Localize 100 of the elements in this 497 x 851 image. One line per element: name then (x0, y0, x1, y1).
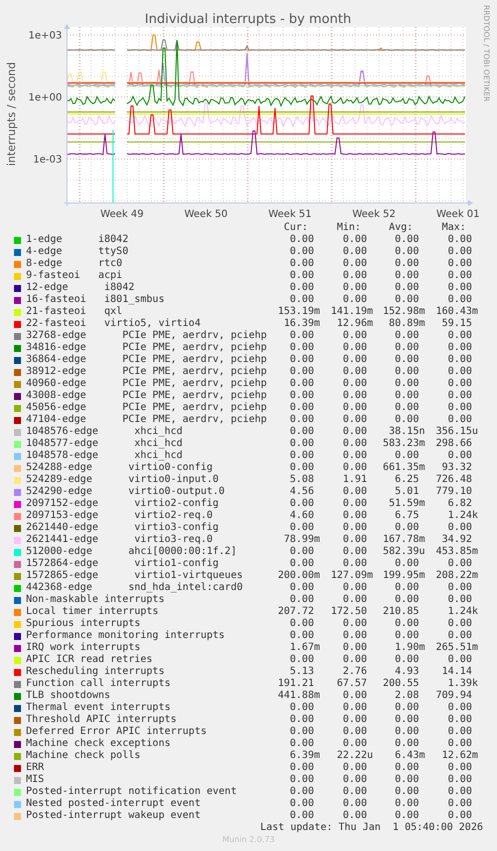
x-tick-label: Week 51 (268, 209, 312, 220)
stat-value: 0.00 (394, 798, 420, 810)
stat-value: 141.19m (330, 306, 373, 318)
legend-label: Non-maskable interrupts (25, 594, 166, 606)
x-tick-label: Week 01 (436, 209, 480, 220)
stat-value: 0.00 (446, 774, 473, 786)
legend-label: Threshold APIC interrupts (25, 714, 178, 726)
y-tick-label: 1e-03 (33, 154, 62, 166)
legend-label: 524288-edge virtio0-config (25, 462, 214, 474)
stat-value: 0.00 (342, 546, 368, 558)
stat-value: 0.00 (394, 258, 420, 270)
legend-label: Nested posted-interrupt event (25, 798, 202, 810)
stat-value: 6.25 (394, 474, 420, 486)
stat-value: 0.00 (446, 414, 473, 426)
last-update-text: Last update: Thu Jan 1 05:40:00 2026 (259, 822, 484, 834)
stat-value: 2.08 (394, 690, 420, 702)
stat-value: 0.00 (446, 726, 473, 738)
legend-label: MIS (25, 774, 46, 786)
stat-value: 0.00 (342, 738, 368, 750)
legend-label: 4-edge ttyS0 (25, 246, 130, 258)
stat-value: 0.00 (394, 726, 420, 738)
legend-label: 1048578-edge xhci_hcd (25, 450, 184, 462)
stat-value: 0.00 (288, 762, 315, 774)
stat-value: 0.00 (394, 414, 420, 426)
stat-value: 0.00 (394, 786, 420, 798)
stat-value: 153.19m (276, 306, 320, 318)
column-header: Cur: (282, 222, 309, 234)
chart-title: Individual interrupts - by month (144, 12, 352, 27)
stat-value: 0.00 (394, 330, 420, 342)
stat-value: 210.85 (382, 606, 420, 618)
stat-value: 0.00 (446, 234, 473, 246)
stat-value: 1.90m (394, 642, 425, 654)
stat-value: 0.00 (394, 294, 420, 306)
stat-value: 0.00 (288, 438, 315, 450)
stat-value: 0.00 (446, 582, 473, 594)
stat-value: 0.00 (394, 282, 420, 294)
stat-value: 0.00 (288, 618, 315, 630)
legend-label: Posted-interrupt wakeup event (25, 810, 202, 822)
legend-label: 2097152-edge virtio2-config (25, 498, 220, 510)
stat-value: 0.00 (394, 558, 420, 570)
stat-value: 0.00 (446, 354, 473, 366)
stat-value: 0.00 (342, 438, 368, 450)
stat-value: 0.00 (394, 390, 420, 402)
stat-value: 78.99m (282, 534, 320, 546)
stat-value: 0.00 (342, 270, 368, 282)
stat-value: 5.13 (288, 666, 315, 678)
stat-value: 0.00 (342, 390, 368, 402)
stat-value: 0.00 (342, 642, 368, 654)
stat-value: 0.00 (288, 558, 315, 570)
stat-value: 1.39k (446, 678, 478, 690)
stat-value: 80.89m (388, 318, 425, 330)
stat-value: 0.00 (394, 342, 420, 354)
legend-label: Rescheduling interrupts (25, 666, 166, 678)
legend-label: 2097153-edge virtio2-req.0 (25, 510, 214, 522)
stat-value: 0.00 (394, 354, 420, 366)
stat-value: 0.00 (288, 702, 315, 714)
stat-value: 0.00 (446, 294, 473, 306)
stat-value: 0.00 (394, 762, 420, 774)
stat-value: 583.23m (382, 438, 425, 450)
stat-value: 0.00 (288, 426, 315, 438)
stat-value: 0.00 (288, 546, 315, 558)
stat-value: 0.00 (394, 450, 420, 462)
legend-label: Spurious interrupts (25, 618, 142, 630)
stat-value: 2.76 (342, 666, 368, 678)
stat-value: 0.00 (288, 522, 315, 534)
stat-value: 0.00 (342, 690, 368, 702)
stat-value: 0.00 (394, 234, 420, 246)
stat-value: 0.00 (446, 282, 473, 294)
stat-value: 172.50 (330, 606, 368, 618)
x-tick-label: Week 52 (352, 209, 396, 220)
stat-value: 779.10 (434, 486, 473, 498)
stat-value: 0.00 (288, 630, 315, 642)
stat-value: 6.39m (288, 750, 320, 762)
stat-value: 0.00 (288, 462, 315, 474)
stat-value: 0.00 (394, 522, 420, 534)
stat-value: 0.00 (342, 774, 368, 786)
stat-value: 0.00 (342, 786, 368, 798)
stat-value: 0.00 (288, 582, 315, 594)
stat-value: 22.22u (336, 750, 373, 762)
stat-value: 0.00 (288, 246, 315, 258)
legend-label: 1048576-edge xhci_hcd (25, 426, 184, 438)
legend-label: 2621440-edge virtio3-config (25, 522, 220, 534)
stat-value: 1.67m (288, 642, 320, 654)
stat-value: 0.00 (342, 486, 368, 498)
stat-value: 0.00 (446, 630, 473, 642)
stat-value: 199.95m (382, 570, 425, 582)
stat-value: 0.00 (394, 246, 420, 258)
stat-value: 0.00 (342, 450, 368, 462)
stat-value: 0.00 (446, 618, 473, 630)
stat-value: 0.00 (288, 726, 315, 738)
stat-value: 0.00 (342, 510, 368, 522)
stat-value: 0.00 (446, 258, 473, 270)
stat-value: 0.00 (342, 522, 368, 534)
stat-value: 0.00 (342, 366, 368, 378)
stat-value: 14.14 (440, 666, 473, 678)
stat-value: 0.00 (288, 738, 315, 750)
column-header: Avg: (388, 222, 414, 234)
stat-value: 200.00m (276, 570, 320, 582)
legend-label: 1572865-edge virtio1-virtqueues (25, 570, 244, 582)
stat-value: 1.91 (342, 474, 368, 486)
